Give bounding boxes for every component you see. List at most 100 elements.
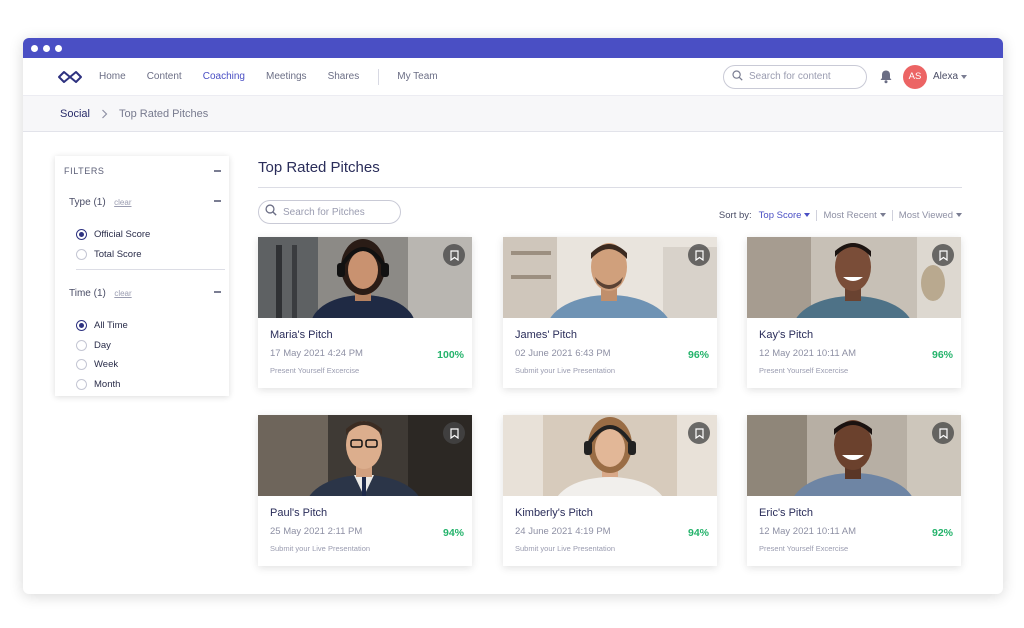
pitch-subtitle: Submit your Live Presentation	[515, 544, 616, 553]
pitch-subtitle: Submit your Live Presentation	[270, 544, 371, 553]
bookmark-icon[interactable]	[932, 422, 954, 444]
pitch-title: Kimberly's Pitch	[515, 507, 593, 519]
pitch-title: James' Pitch	[515, 329, 578, 341]
radio-button[interactable]	[76, 359, 87, 371]
pitch-search[interactable]	[258, 200, 401, 224]
pitch-subtitle: Present Yourself Excercise	[270, 366, 360, 375]
user-name[interactable]: Alexa	[933, 71, 958, 82]
collapse-icon[interactable]	[214, 170, 221, 172]
nav-shares[interactable]: Shares	[328, 71, 360, 82]
collapse-icon[interactable]	[214, 200, 221, 202]
pitch-card[interactable]: James' Pitch 02 June 2021 6:43 PM Submit…	[503, 237, 717, 388]
pitch-search-input[interactable]	[283, 206, 393, 218]
sort-option-label: Most Viewed	[898, 209, 953, 221]
pitch-card-body: Eric's Pitch 12 May 2021 10:11 AM Presen…	[747, 496, 961, 553]
radio-button[interactable]	[76, 248, 87, 260]
pitch-card[interactable]: Maria's Pitch 17 May 2021 4:24 PM Presen…	[258, 237, 472, 388]
radio-button[interactable]	[76, 320, 87, 332]
filters-panel: FILTERS Type (1) clear Official Score To…	[55, 156, 229, 396]
window-titlebar	[23, 38, 1003, 58]
nav-coaching[interactable]: Coaching	[203, 71, 245, 82]
type-option-official-score[interactable]: Official Score	[64, 225, 221, 245]
pitch-date: 17 May 2021 4:24 PM	[270, 348, 363, 359]
pitch-thumbnail[interactable]	[747, 237, 961, 318]
logo-icon[interactable]	[57, 68, 85, 86]
radio-label: All Time	[94, 320, 128, 332]
pitch-card-body: Kimberly's Pitch 24 June 2021 4:19 PM Su…	[503, 496, 717, 553]
radio-label: Day	[94, 339, 111, 351]
pitch-card[interactable]: Kay's Pitch 12 May 2021 10:11 AM Present…	[747, 237, 961, 388]
bell-icon[interactable]	[879, 69, 895, 85]
content-search[interactable]	[722, 64, 867, 89]
nav-home[interactable]: Home	[99, 71, 126, 82]
main-content: Top Rated Pitches Sort by: Top Score Mos…	[258, 156, 962, 566]
bookmark-icon[interactable]	[932, 244, 954, 266]
collapse-icon[interactable]	[214, 291, 221, 293]
time-clear-link[interactable]: clear	[114, 289, 131, 298]
breadcrumb-social[interactable]: Social	[60, 108, 90, 120]
type-clear-link[interactable]: clear	[114, 198, 131, 207]
pitch-date: 24 June 2021 4:19 PM	[515, 526, 611, 537]
top-navigation: Home Content Coaching Meetings Shares My…	[23, 58, 1003, 96]
pitches-toolbar: Sort by: Top Score Most Recent Most View…	[258, 200, 962, 224]
pitch-score: 100%	[437, 349, 464, 361]
bookmark-icon[interactable]	[443, 422, 465, 444]
pitch-thumbnail[interactable]	[258, 415, 472, 496]
radio-label: Month	[94, 378, 121, 390]
window-dot[interactable]	[31, 44, 38, 52]
window-dot[interactable]	[55, 44, 62, 52]
nav-content[interactable]: Content	[147, 71, 182, 82]
user-avatar[interactable]: AS	[902, 64, 927, 89]
filter-divider	[76, 269, 225, 270]
window-dot[interactable]	[43, 44, 50, 52]
chevron-right-icon	[101, 109, 108, 119]
type-option-total-score[interactable]: Total Score	[64, 245, 221, 265]
nav-my-team[interactable]: My Team	[397, 71, 437, 82]
bookmark-icon[interactable]	[443, 244, 465, 266]
content-search-input[interactable]	[748, 71, 859, 82]
bookmark-icon[interactable]	[688, 422, 710, 444]
sort-top-score[interactable]: Top Score	[759, 210, 811, 221]
pitch-card[interactable]: Paul's Pitch 25 May 2021 2:11 PM Submit …	[258, 415, 472, 566]
time-option-day[interactable]: Day	[64, 336, 221, 356]
pitch-thumbnail[interactable]	[503, 415, 717, 496]
time-option-month[interactable]: Month	[64, 375, 221, 395]
pitch-card-body: Maria's Pitch 17 May 2021 4:24 PM Presen…	[258, 318, 472, 375]
pitch-title: Maria's Pitch	[270, 329, 333, 341]
pitch-card[interactable]: Kimberly's Pitch 24 June 2021 4:19 PM Su…	[503, 415, 717, 566]
type-filter-title: Type (1)	[69, 197, 106, 208]
pitch-thumbnail[interactable]	[747, 415, 961, 496]
sort-option-label: Top Score	[758, 209, 802, 221]
pitch-card[interactable]: Eric's Pitch 12 May 2021 10:11 AM Presen…	[747, 415, 961, 566]
page-title: Top Rated Pitches	[258, 156, 962, 188]
search-icon	[732, 68, 743, 86]
radio-label: Week	[94, 359, 119, 371]
sort-most-viewed[interactable]: Most Viewed	[899, 210, 962, 221]
radio-button[interactable]	[76, 229, 87, 241]
radio-button[interactable]	[76, 339, 87, 351]
pitch-score: 92%	[931, 527, 953, 539]
pitch-thumbnail[interactable]	[503, 237, 717, 318]
time-filter-header: Time (1) clear	[64, 283, 221, 301]
radio-label: Total Score	[94, 248, 142, 260]
time-option-all-time[interactable]: All Time	[64, 316, 221, 336]
chevron-down-icon[interactable]	[961, 74, 967, 79]
pitch-score: 94%	[442, 527, 464, 539]
pitch-card-body: Paul's Pitch 25 May 2021 2:11 PM Submit …	[258, 496, 472, 553]
filters-title: FILTERS	[64, 166, 105, 176]
nav-meetings[interactable]: Meetings	[266, 71, 307, 82]
radio-button[interactable]	[76, 378, 87, 390]
sort-divider	[816, 209, 818, 221]
pitch-subtitle: Present Yourself Excercise	[759, 544, 849, 553]
bookmark-icon[interactable]	[688, 244, 710, 266]
pitch-title: Paul's Pitch	[270, 507, 328, 519]
pitch-score: 94%	[687, 527, 709, 539]
sort-most-recent[interactable]: Most Recent	[823, 210, 886, 221]
chevron-down-icon	[879, 213, 886, 217]
pitch-card-body: James' Pitch 02 June 2021 6:43 PM Submit…	[503, 318, 717, 375]
pitch-date: 25 May 2021 2:11 PM	[270, 526, 363, 537]
pitch-card-body: Kay's Pitch 12 May 2021 10:11 AM Present…	[747, 318, 961, 375]
pitch-thumbnail[interactable]	[258, 237, 472, 318]
time-option-week[interactable]: Week	[64, 355, 221, 375]
sort-divider	[891, 209, 893, 221]
